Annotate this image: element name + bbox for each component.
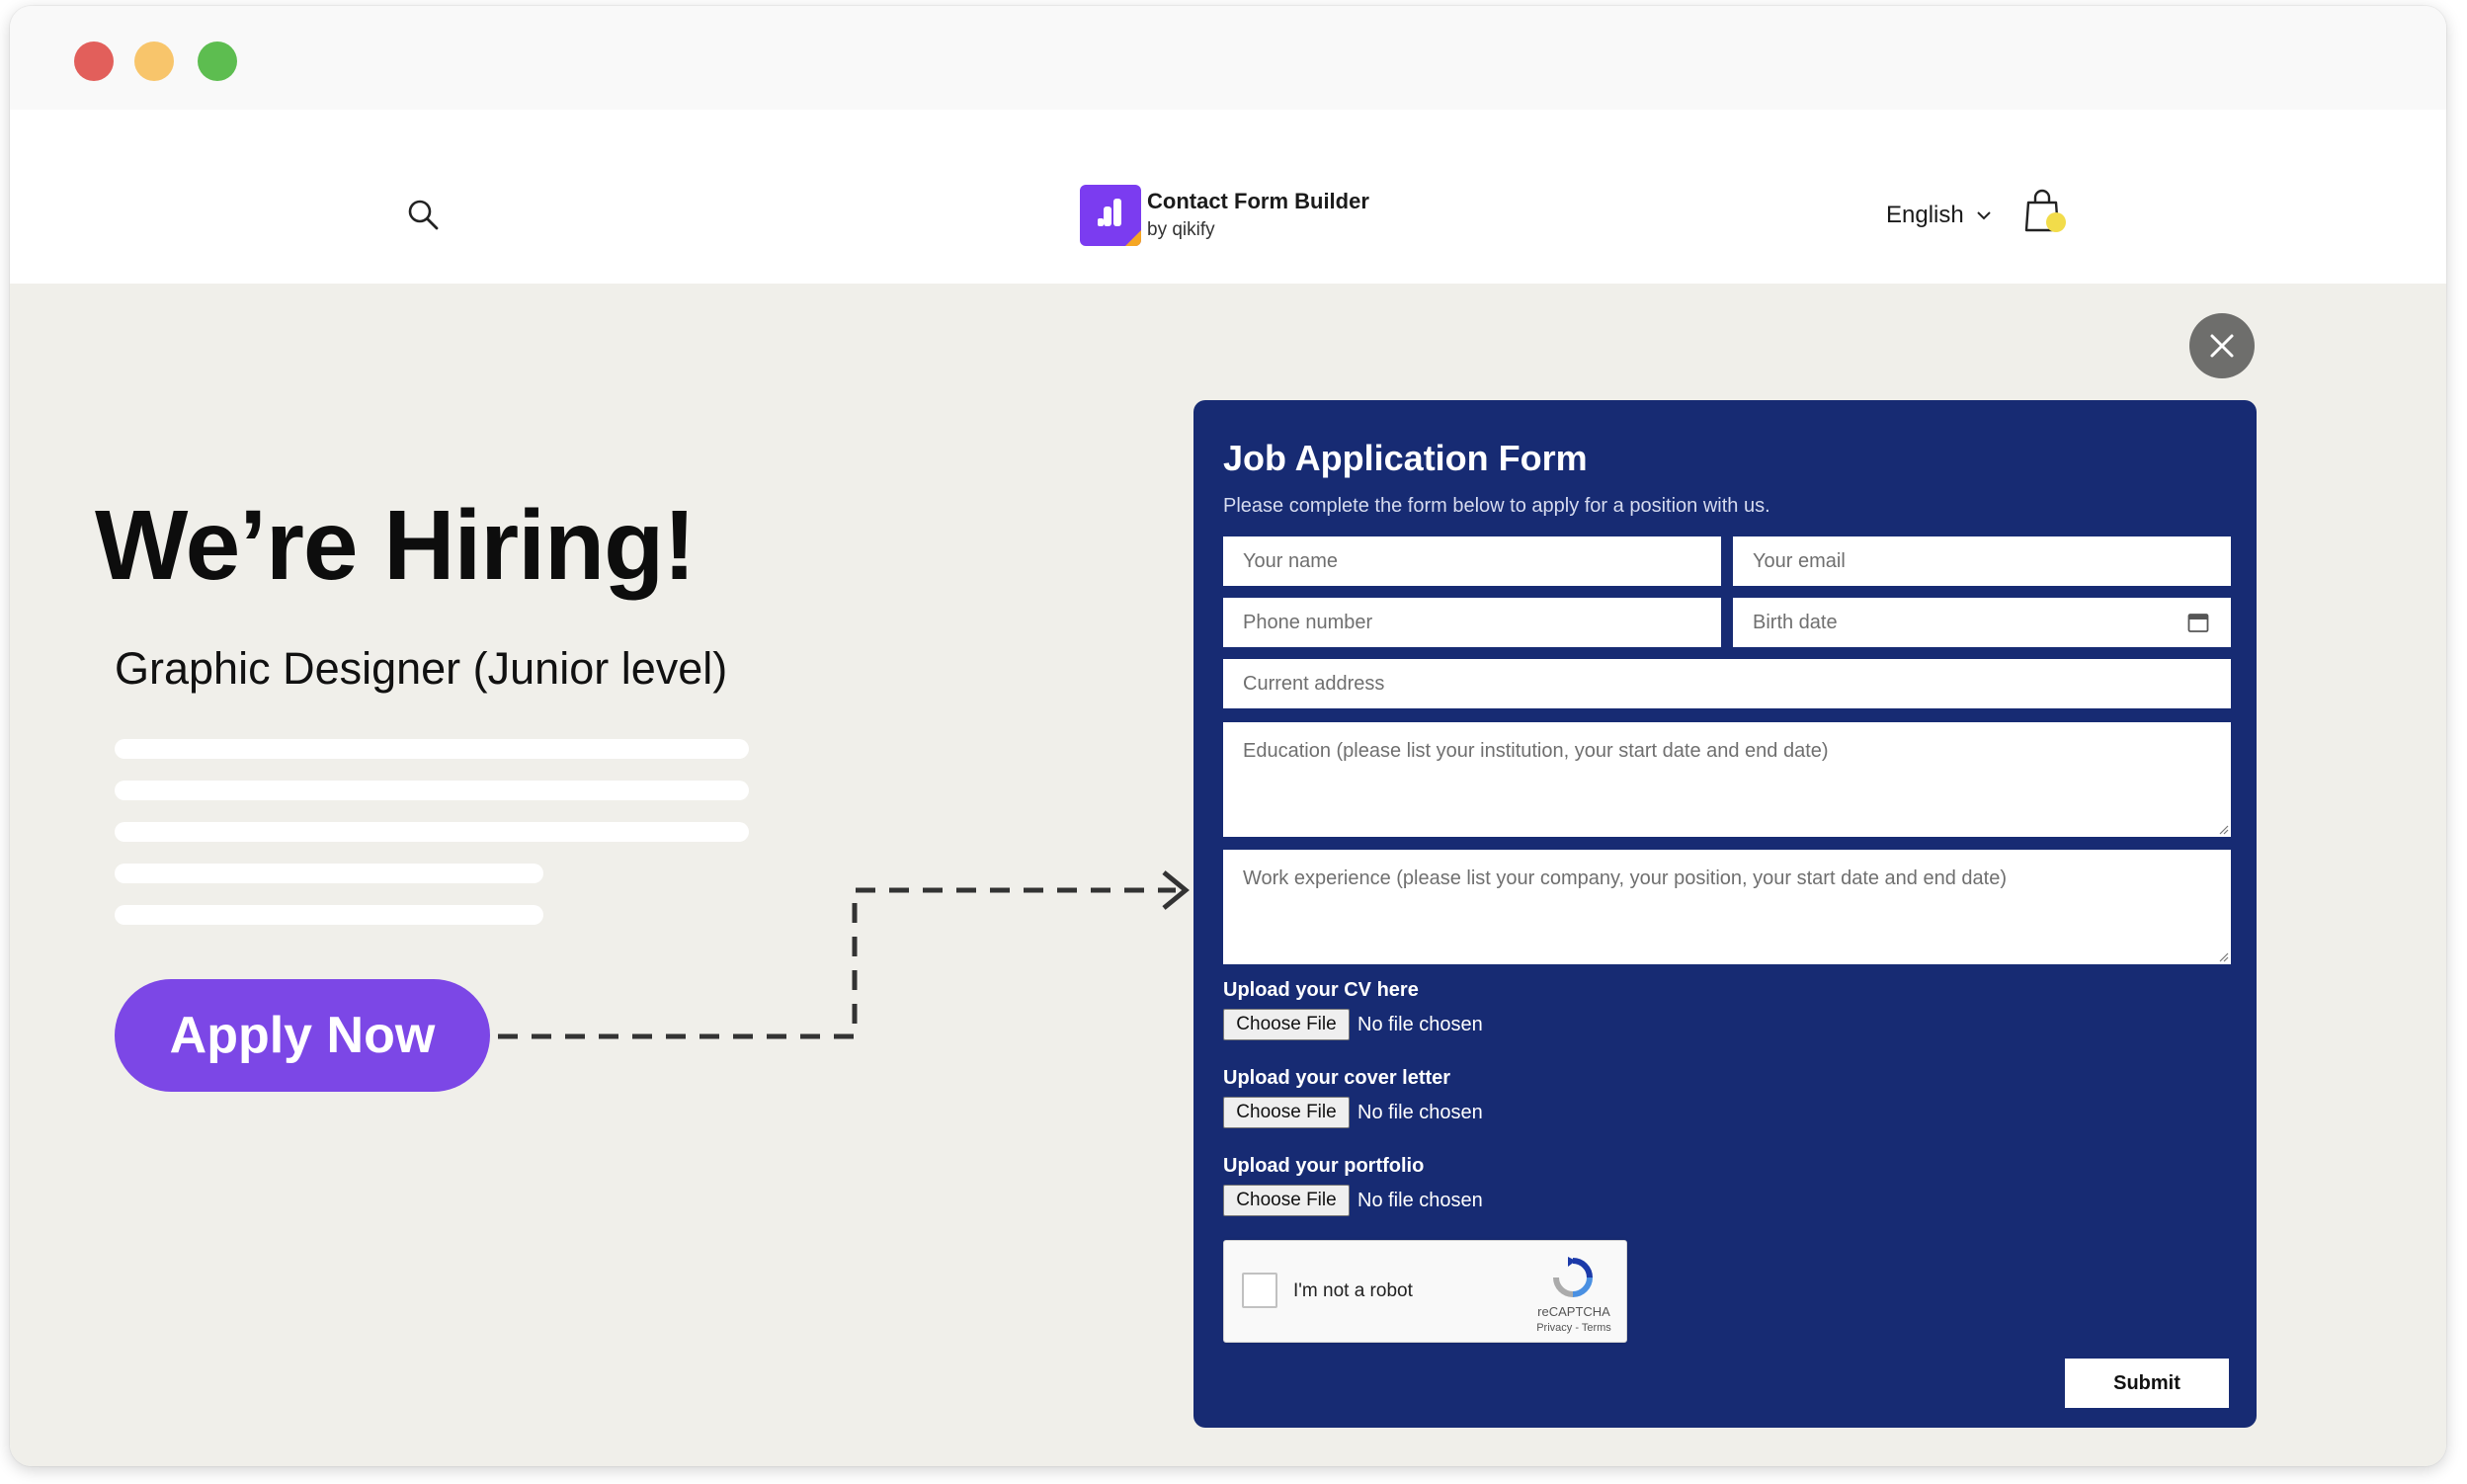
- calendar-icon[interactable]: [2187, 612, 2209, 633]
- chevron-down-icon: [1977, 211, 1991, 220]
- site-logo[interactable]: Contact Form Builder by qikify: [1080, 181, 1369, 250]
- email-input[interactable]: [1733, 536, 2231, 586]
- cover-letter-upload-label: Upload your cover letter: [1223, 1067, 1451, 1089]
- job-application-form: Job Application Form Please complete the…: [1193, 400, 2257, 1428]
- dashed-arrow-connector: [498, 870, 1190, 1039]
- cover-letter-choose-file-button[interactable]: Choose File: [1223, 1097, 1350, 1128]
- form-title: Job Application Form: [1223, 438, 1588, 478]
- close-icon: [2210, 334, 2234, 358]
- logo-subtitle: by qikify: [1147, 218, 1215, 240]
- recaptcha-label: I'm not a robot: [1293, 1280, 1413, 1301]
- maximize-window-dot[interactable]: [198, 41, 237, 81]
- shopping-bag-icon[interactable]: [2022, 187, 2068, 236]
- resize-grip-icon[interactable]: [2217, 823, 2229, 835]
- work-experience-textarea[interactable]: [1223, 850, 2231, 964]
- recaptcha-links[interactable]: Privacy - Terms: [1532, 1322, 1615, 1334]
- site-header: Contact Form Builder by qikify English: [10, 110, 2446, 284]
- minimize-window-dot[interactable]: [134, 41, 174, 81]
- language-label: English: [1886, 202, 1964, 228]
- cv-upload-label: Upload your CV here: [1223, 979, 1419, 1001]
- birth-date-input[interactable]: [1733, 598, 2231, 647]
- browser-window: Contact Form Builder by qikify English W…: [10, 6, 2446, 1466]
- form-description: Please complete the form below to apply …: [1223, 495, 1770, 517]
- recaptcha-widget: I'm not a robot reCAPTCHA Privacy - Term…: [1223, 1240, 1627, 1343]
- language-selector[interactable]: English: [1886, 202, 1992, 229]
- portfolio-upload-label: Upload your portfolio: [1223, 1155, 1425, 1177]
- education-textarea[interactable]: [1223, 722, 2231, 837]
- recaptcha-checkbox[interactable]: [1242, 1273, 1277, 1308]
- recaptcha-brand: reCAPTCHA: [1537, 1304, 1610, 1319]
- cv-choose-file-button[interactable]: Choose File: [1223, 1009, 1350, 1040]
- title-bar: [10, 6, 2446, 110]
- close-button[interactable]: [2189, 313, 2255, 378]
- logo-title: Contact Form Builder: [1147, 189, 1369, 214]
- logo-mark-icon: [1080, 185, 1141, 246]
- submit-button[interactable]: Submit: [2065, 1359, 2229, 1408]
- hero-section: We’re Hiring! Graphic Designer (Junior l…: [10, 284, 2446, 1466]
- phone-input[interactable]: [1223, 598, 1721, 647]
- cover-letter-file-status: No file chosen: [1357, 1102, 1483, 1123]
- address-input[interactable]: [1223, 659, 2231, 708]
- resize-grip-icon[interactable]: [2217, 950, 2229, 962]
- close-window-dot[interactable]: [74, 41, 114, 81]
- search-icon[interactable]: [405, 197, 441, 232]
- name-input[interactable]: [1223, 536, 1721, 586]
- recaptcha-icon: [1553, 1257, 1593, 1297]
- portfolio-choose-file-button[interactable]: Choose File: [1223, 1185, 1350, 1216]
- cv-file-status: No file chosen: [1357, 1014, 1483, 1035]
- portfolio-file-status: No file chosen: [1357, 1190, 1483, 1211]
